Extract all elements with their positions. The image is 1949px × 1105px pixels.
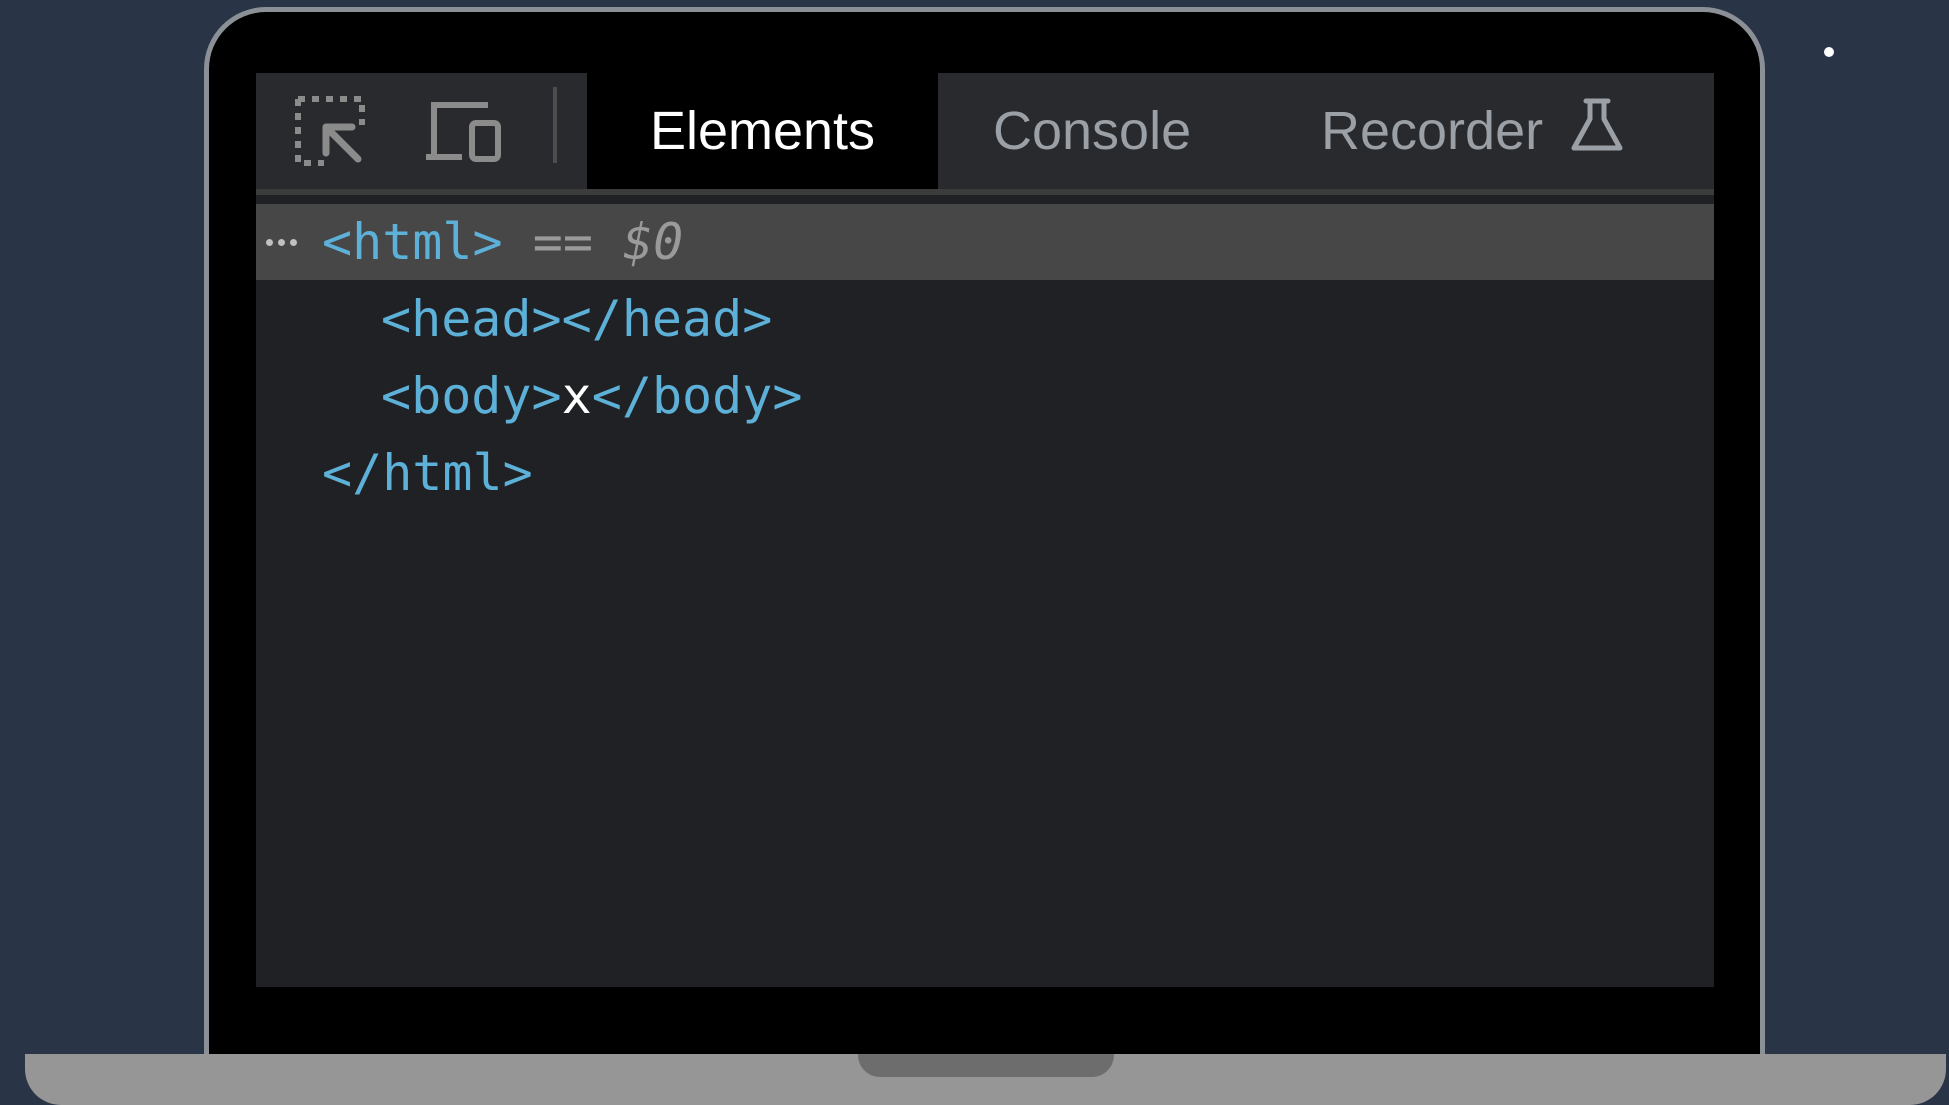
dom-node-body[interactable]: <body> x </body>: [256, 358, 1714, 434]
background-dot: [1824, 47, 1834, 57]
tab-console[interactable]: Console: [993, 73, 1191, 189]
toolbar-divider: [256, 189, 1714, 195]
html-open-tag: <html>: [322, 213, 503, 271]
dom-node-html-close[interactable]: </html>: [256, 435, 1714, 511]
body-open-tag: <body>: [381, 367, 562, 425]
head-tag: <head></head>: [381, 290, 773, 348]
device-toolbar-icon[interactable]: [422, 93, 506, 169]
devtools-toolbar: Elements Console Recorder: [256, 73, 1714, 189]
dom-node-html[interactable]: <html> == $0: [256, 204, 1714, 280]
tab-recorder[interactable]: Recorder: [1321, 73, 1625, 189]
inspect-element-icon[interactable]: [292, 93, 368, 169]
tab-elements[interactable]: Elements: [587, 73, 938, 189]
devtools-panel: Elements Console Recorder <html> == $0 <…: [256, 73, 1714, 987]
laptop-notch: [858, 1054, 1114, 1077]
body-text-node: x: [561, 367, 592, 425]
toolbar-separator: [553, 87, 557, 163]
tab-console-label: Console: [993, 101, 1192, 161]
body-close-tag: </body>: [591, 367, 803, 425]
tab-recorder-label: Recorder: [1321, 101, 1544, 161]
dom-node-head[interactable]: <head></head>: [256, 281, 1714, 357]
selection-separator: ==: [502, 213, 624, 271]
html-close-tag: </html>: [322, 444, 533, 502]
tab-elements-label: Elements: [649, 101, 876, 161]
console-reference: $0: [623, 213, 684, 271]
flask-icon: [1569, 97, 1625, 166]
more-options-icon[interactable]: [266, 204, 297, 280]
